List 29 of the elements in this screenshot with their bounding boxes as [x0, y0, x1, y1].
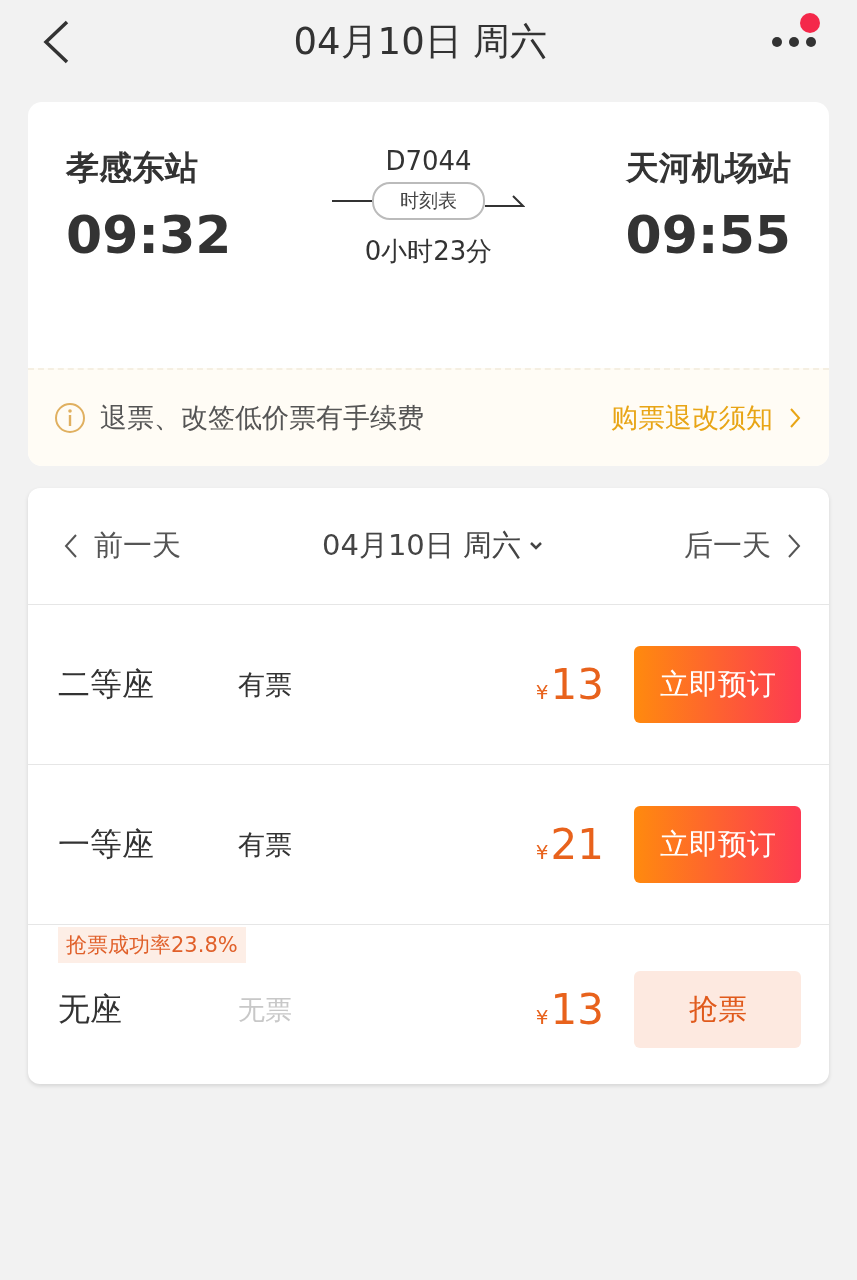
- arrival-station: 天河机场站: [626, 147, 791, 189]
- seat-class: 无座: [58, 988, 123, 1030]
- success-rate-tag: 抢票成功率23.8%: [58, 927, 246, 963]
- arrival-time: 09:55: [625, 205, 791, 265]
- ticket-price: ¥13: [535, 985, 604, 1034]
- next-day-button[interactable]: 后一天: [684, 526, 801, 566]
- departure-station: 孝感东站: [66, 147, 199, 189]
- date-picker[interactable]: 04月10日 周六: [322, 526, 543, 566]
- ticket-availability: 有票: [238, 667, 293, 702]
- page-title: 04月10日 周六: [293, 19, 548, 65]
- ticket-price: ¥21: [535, 820, 604, 869]
- train-number: D7044: [385, 146, 472, 176]
- info-icon: [54, 402, 86, 434]
- timetable-button[interactable]: 时刻表: [372, 182, 485, 220]
- departure-time: 09:32: [66, 205, 232, 265]
- route-line: [332, 200, 372, 202]
- chevron-left-icon: [64, 533, 78, 559]
- more-icon[interactable]: [771, 36, 817, 48]
- chevron-right-icon: [789, 407, 801, 429]
- seat-class: 一等座: [58, 823, 155, 865]
- back-icon[interactable]: [42, 19, 70, 65]
- previous-day-button[interactable]: 前一天: [64, 526, 181, 566]
- ticket-availability: 有票: [238, 827, 293, 862]
- dropdown-caret-icon: [529, 541, 543, 551]
- notice-text: 退票、改签低价票有手续费: [100, 401, 424, 435]
- chevron-right-icon: [787, 533, 801, 559]
- trip-duration: 0小时23分: [364, 235, 493, 268]
- seat-class: 二等座: [58, 663, 155, 705]
- ticket-price: ¥13: [535, 660, 604, 709]
